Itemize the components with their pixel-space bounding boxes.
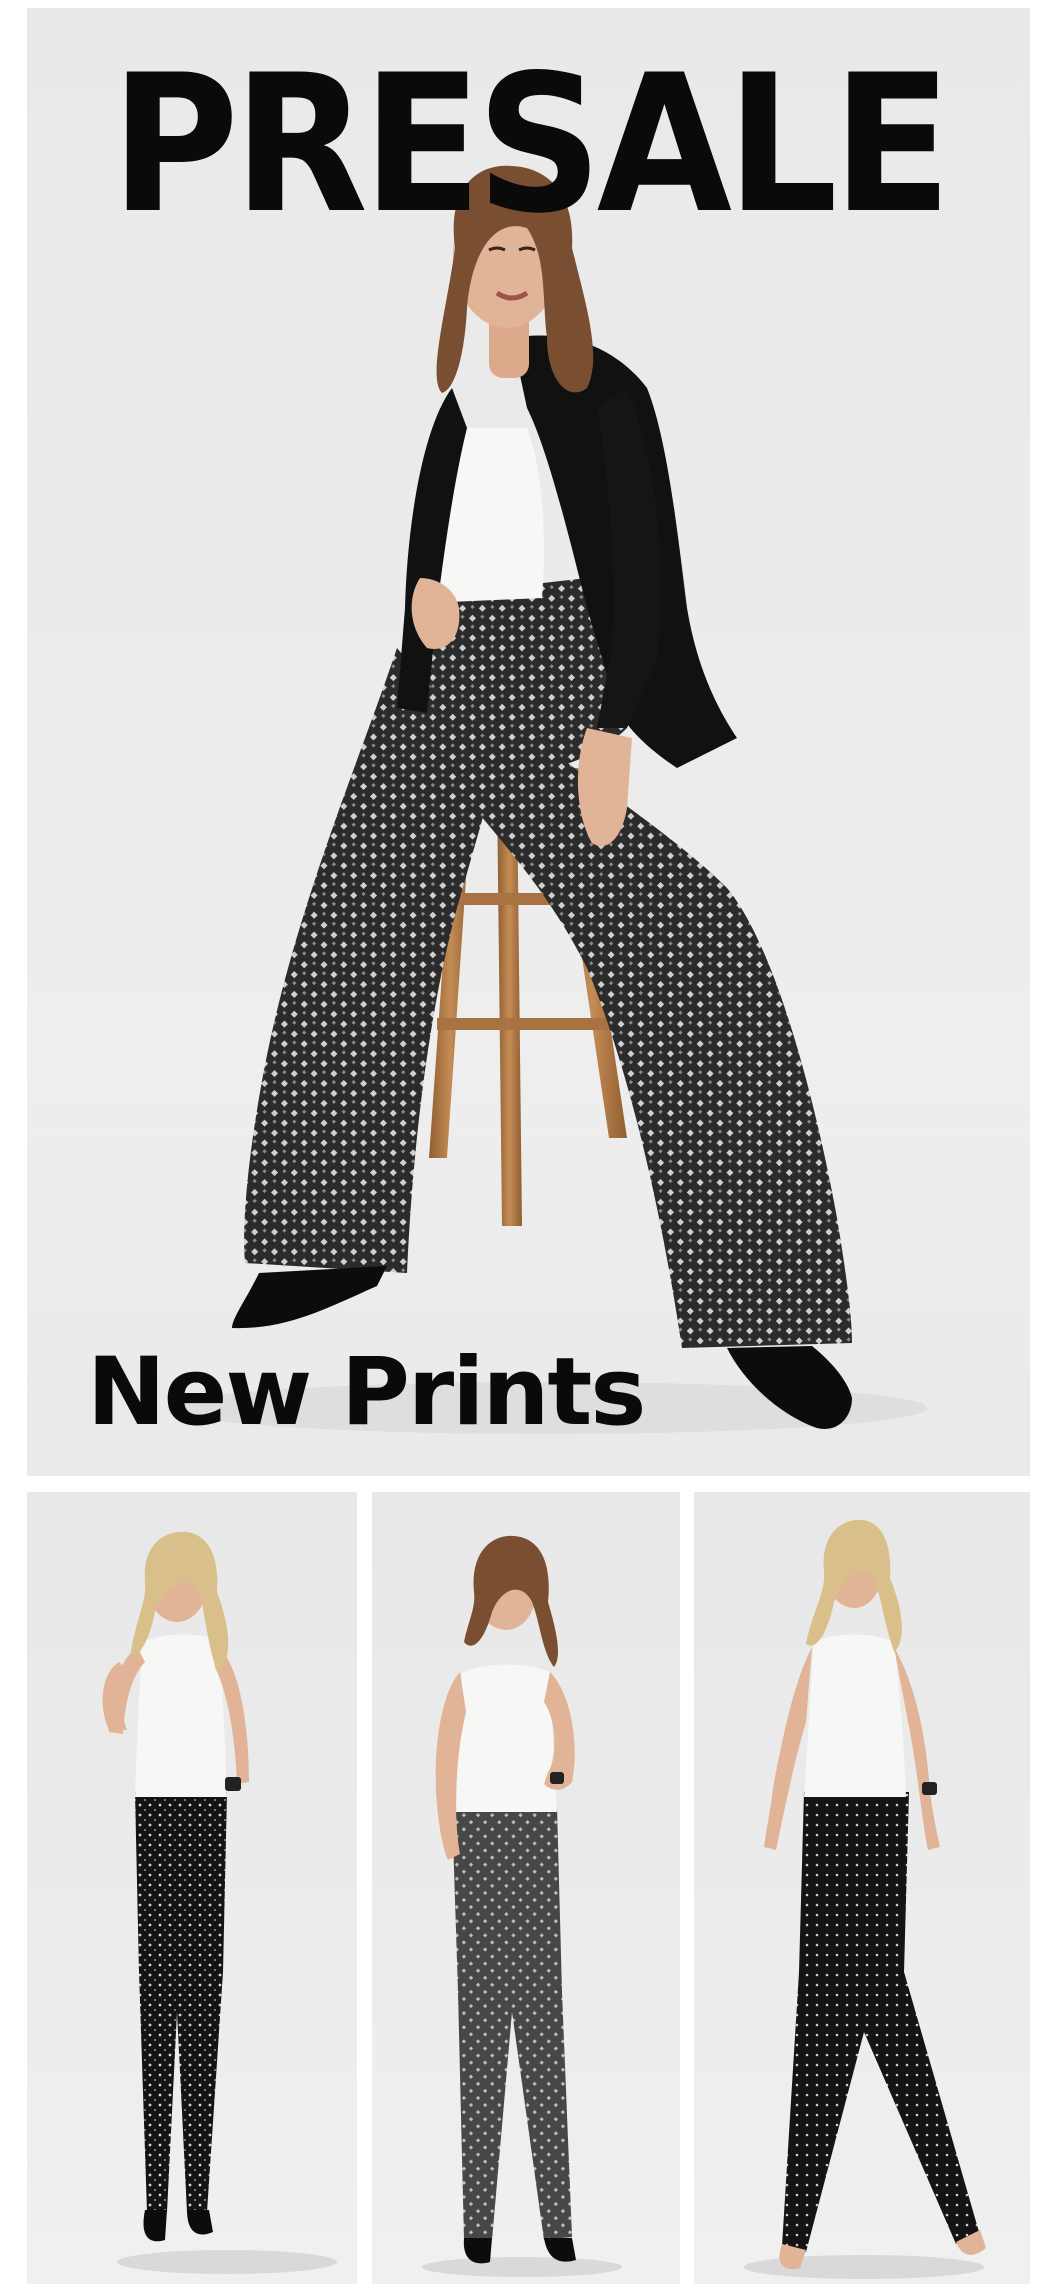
hero-banner[interactable]: PRESALE New Prints — [27, 8, 1030, 1476]
product-banner-page: PRESALE New Prints — [0, 0, 1056, 2284]
model-image-tile-3 — [744, 1519, 986, 2279]
product-tile-black-dot-straight[interactable] — [694, 1492, 1030, 2284]
model-image-tile-1 — [102, 1531, 337, 2274]
presale-headline: PRESALE — [110, 34, 952, 255]
model-image-tile-2 — [422, 1535, 622, 2277]
product-tile-black-dot-skinny[interactable] — [27, 1492, 357, 2284]
new-prints-subheadline: New Prints — [87, 1338, 646, 1447]
product-tile-grey-geometric-bootcut[interactable] — [372, 1492, 680, 2284]
